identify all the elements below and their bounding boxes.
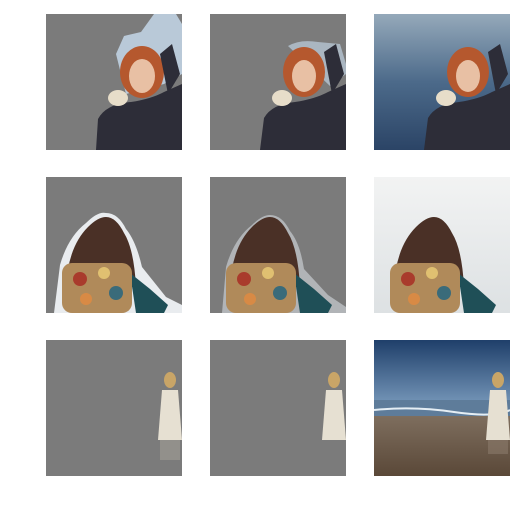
dress-mask-coarse-image — [46, 340, 182, 476]
dress-composite-tile — [374, 340, 510, 476]
portrait-mask-coarse-image — [46, 14, 182, 150]
dress-mask-refined-tile — [210, 340, 346, 476]
backpack-mask-coarse-tile — [46, 177, 182, 313]
backpack-composite-image — [374, 177, 510, 313]
backpack-composite-tile — [374, 177, 510, 313]
portrait-mask-refined-tile — [210, 14, 346, 150]
dress-composite-image — [374, 340, 510, 476]
portrait-mask-refined-image — [210, 14, 346, 150]
portrait-mask-coarse-tile — [46, 14, 182, 150]
backpack-mask-coarse-image — [46, 177, 182, 313]
dress-mask-coarse-tile — [46, 340, 182, 476]
portrait-composite-image — [374, 14, 510, 150]
backpack-mask-refined-tile — [210, 177, 346, 313]
dress-mask-refined-image — [210, 340, 346, 476]
portrait-composite-tile — [374, 14, 510, 150]
backpack-mask-refined-image — [210, 177, 346, 313]
image-comparison-grid — [0, 0, 520, 510]
